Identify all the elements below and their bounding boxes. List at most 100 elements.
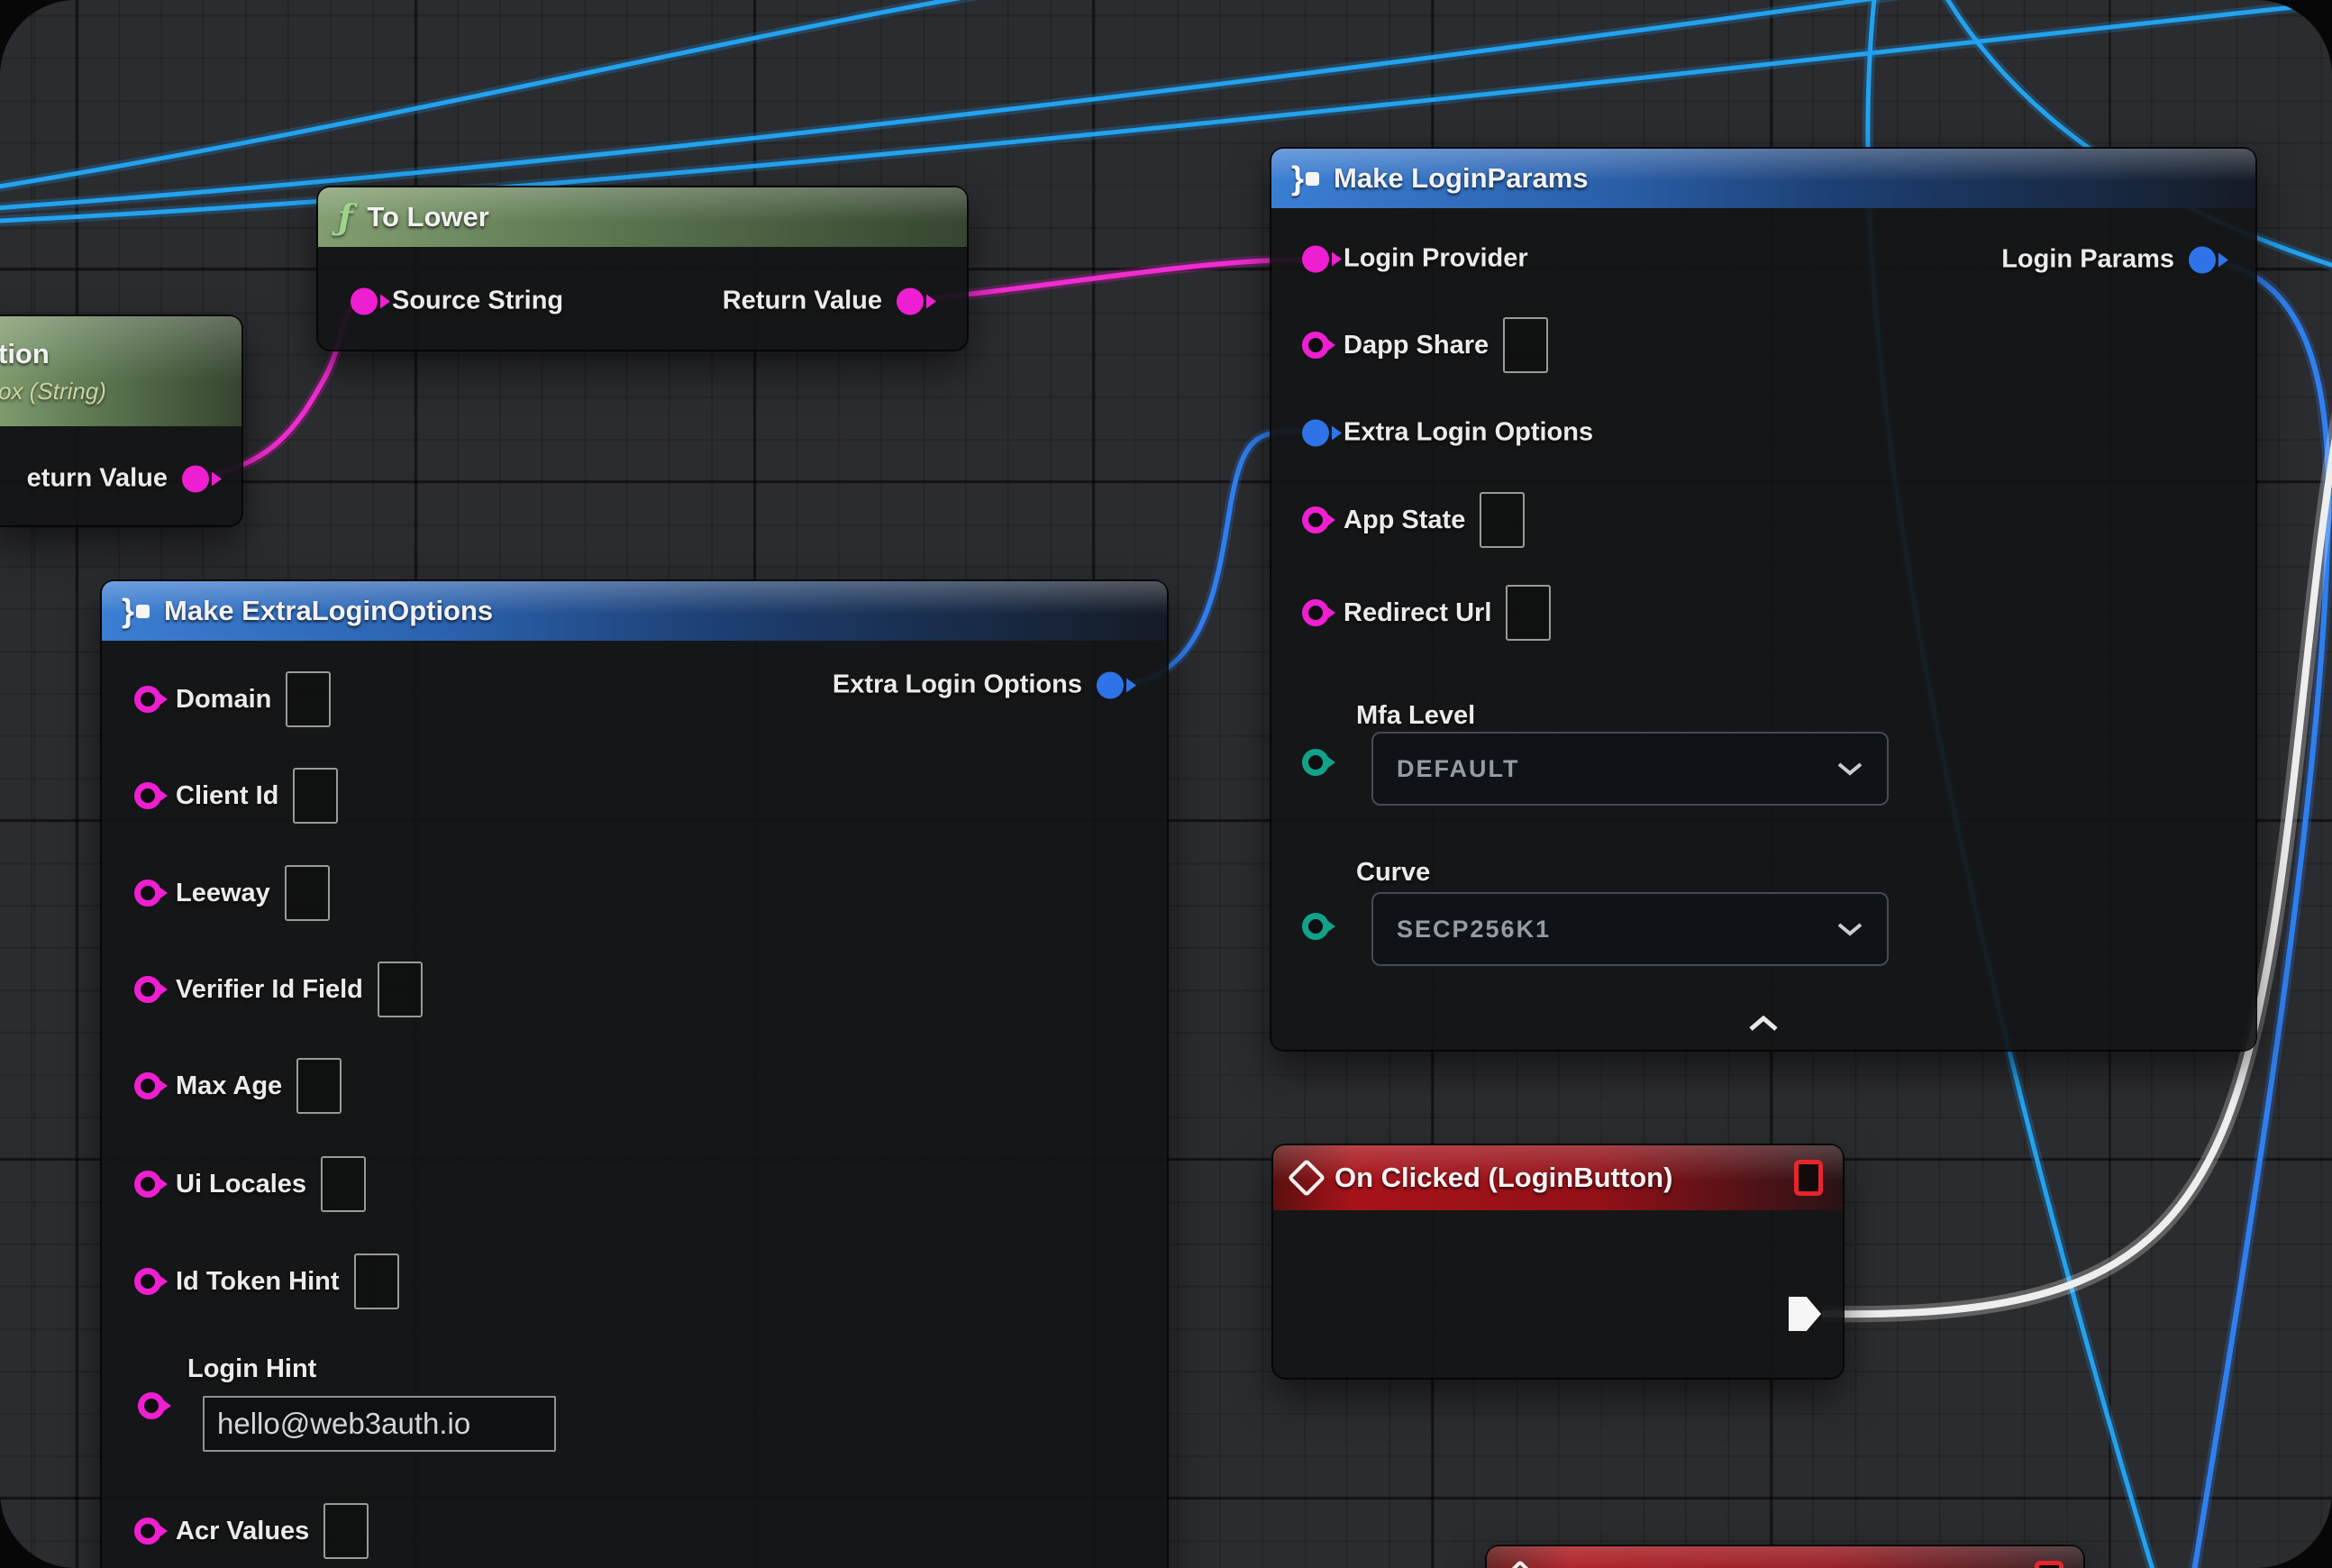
node-header[interactable]: } Make ExtraLoginOptions <box>102 581 1167 641</box>
pin-row: eturn Value <box>27 464 209 494</box>
make-struct-icon: } <box>122 595 150 627</box>
value-box[interactable] <box>296 1058 342 1114</box>
string-pin[interactable] <box>1302 245 1329 272</box>
string-pin[interactable] <box>134 782 161 809</box>
node-to-lower[interactable]: ƒ To Lower Source String Return Value <box>318 187 967 350</box>
value-box[interactable] <box>323 1503 369 1559</box>
event-diamond-icon <box>1288 1159 1325 1197</box>
pin-row: Ui Locales <box>134 1156 366 1212</box>
pin-row: Domain <box>134 671 331 727</box>
widget-delegate-icon <box>2035 1561 2063 1568</box>
node-subtitle-fragment: ox (String) <box>0 378 106 406</box>
string-pin[interactable] <box>134 1268 161 1295</box>
enum-pin[interactable] <box>1302 913 1329 940</box>
pin-row: Extra Login Options <box>1302 418 1593 448</box>
node-header[interactable]: On Clicked (LoginButton) <box>1273 1145 1843 1210</box>
string-pin[interactable] <box>1302 506 1329 533</box>
string-pin[interactable] <box>134 686 161 713</box>
login-hint-input[interactable]: hello@web3auth.io <box>203 1396 556 1452</box>
pin-label: Extra Login Options <box>1344 418 1593 448</box>
pin-label: Domain <box>176 685 271 715</box>
node-make-extra-login-options[interactable]: } Make ExtraLoginOptions Extra Login Opt… <box>102 581 1167 1568</box>
pin-label: Dapp Share <box>1344 331 1489 360</box>
pin-row: App State <box>1302 492 1525 548</box>
pin-label: Max Age <box>176 1071 282 1101</box>
blueprint-editor: tion ox (String) eturn Value ƒ To Lower … <box>0 0 2332 1568</box>
value-box[interactable] <box>286 671 331 727</box>
pin-row: Return Value <box>723 287 924 316</box>
struct-pin[interactable] <box>1097 671 1124 698</box>
value-box[interactable] <box>321 1156 366 1212</box>
value-box[interactable] <box>293 768 338 824</box>
dropdown-value: SECP256K1 <box>1397 916 1551 944</box>
node-title: Make LoginParams <box>1334 162 1589 195</box>
string-pin[interactable] <box>134 1171 161 1198</box>
value-box[interactable] <box>378 962 423 1017</box>
pin-label: Login Provider <box>1344 244 1528 274</box>
pin-row: Max Age <box>134 1058 342 1114</box>
string-pin[interactable] <box>134 880 161 907</box>
value-box[interactable] <box>285 865 330 921</box>
event-diamond-icon <box>1501 1560 1539 1568</box>
node-header[interactable]: ƒ To Lower <box>318 187 967 247</box>
pin-row: Dapp Share <box>1302 317 1548 373</box>
pin-label: Return Value <box>723 287 882 316</box>
string-pin[interactable] <box>897 287 924 315</box>
string-pin[interactable] <box>138 1392 165 1419</box>
string-pin[interactable] <box>134 1072 161 1099</box>
pin-row: Extra Login Options <box>833 670 1124 700</box>
chevron-up-icon <box>1748 1016 1779 1032</box>
string-pin[interactable] <box>1302 599 1329 626</box>
mfa-level-dropdown[interactable]: DEFAULT <box>1371 732 1889 806</box>
node-header[interactable]: } Make LoginParams <box>1271 149 2255 208</box>
value-box[interactable] <box>1480 492 1525 548</box>
node-header[interactable]: On Clicked (LogoutButton) <box>1487 1546 2083 1568</box>
pin-label: Acr Values <box>176 1517 309 1546</box>
struct-pin[interactable] <box>2189 246 2216 273</box>
pin-row: Id Token Hint <box>134 1253 399 1309</box>
string-pin[interactable] <box>134 1518 161 1545</box>
enum-pin[interactable] <box>1302 749 1329 776</box>
pin-row: Acr Values <box>134 1503 369 1559</box>
pin-row: Login Provider <box>1302 244 1528 274</box>
value-box[interactable] <box>1506 585 1551 641</box>
pin-row: Source String <box>351 287 563 316</box>
pin-row: Leeway <box>134 865 330 921</box>
pin-label: Redirect Url <box>1344 598 1491 628</box>
node-title: Make ExtraLoginOptions <box>164 595 493 627</box>
node-title: To Lower <box>367 201 488 233</box>
collapse-node-button[interactable] <box>1271 1016 2255 1032</box>
pin-row: Client Id <box>134 768 338 824</box>
pin-label: Mfa Level <box>1356 701 1475 731</box>
node-on-clicked-login-button[interactable]: On Clicked (LoginButton) <box>1273 1145 1843 1378</box>
node-make-login-params[interactable]: } Make LoginParams Login Params Login Pr… <box>1271 149 2255 1050</box>
pin-label: Id Token Hint <box>176 1267 340 1297</box>
pin-row: Login Params <box>2001 245 2216 275</box>
node-on-clicked-logout-button[interactable]: On Clicked (LogoutButton) <box>1487 1546 2083 1568</box>
node-header[interactable]: tion ox (String) <box>0 316 241 426</box>
pin-label: Ui Locales <box>176 1170 306 1199</box>
node-title: On Clicked (LoginButton) <box>1335 1162 1672 1194</box>
pin-label: Client Id <box>176 781 278 811</box>
value-box[interactable] <box>1503 317 1548 373</box>
pin-label: Login Params <box>2001 245 2174 275</box>
exec-output-pin[interactable] <box>1789 1297 1821 1331</box>
wire-tolower-to-login-provider <box>908 260 1307 301</box>
blueprint-graph-canvas[interactable]: tion ox (String) eturn Value ƒ To Lower … <box>0 0 2332 1568</box>
struct-pin[interactable] <box>1302 419 1329 446</box>
string-pin[interactable] <box>1302 332 1329 359</box>
node-title: On Clicked (LogoutButton) <box>1548 1563 1905 1568</box>
function-icon: ƒ <box>338 200 352 234</box>
curve-dropdown[interactable]: SECP256K1 <box>1371 892 1889 966</box>
pin-label: Verifier Id Field <box>176 975 363 1005</box>
value-box[interactable] <box>354 1253 399 1309</box>
pin-label: eturn Value <box>27 464 168 494</box>
string-pin[interactable] <box>134 976 161 1003</box>
node-partial-function[interactable]: tion ox (String) eturn Value <box>0 316 241 525</box>
pin-label: Extra Login Options <box>833 670 1082 700</box>
string-pin[interactable] <box>351 287 378 315</box>
make-struct-icon: } <box>1291 162 1319 195</box>
pin-row: Redirect Url <box>1302 585 1551 641</box>
string-pin[interactable] <box>182 465 209 492</box>
dropdown-value: DEFAULT <box>1397 755 1520 783</box>
